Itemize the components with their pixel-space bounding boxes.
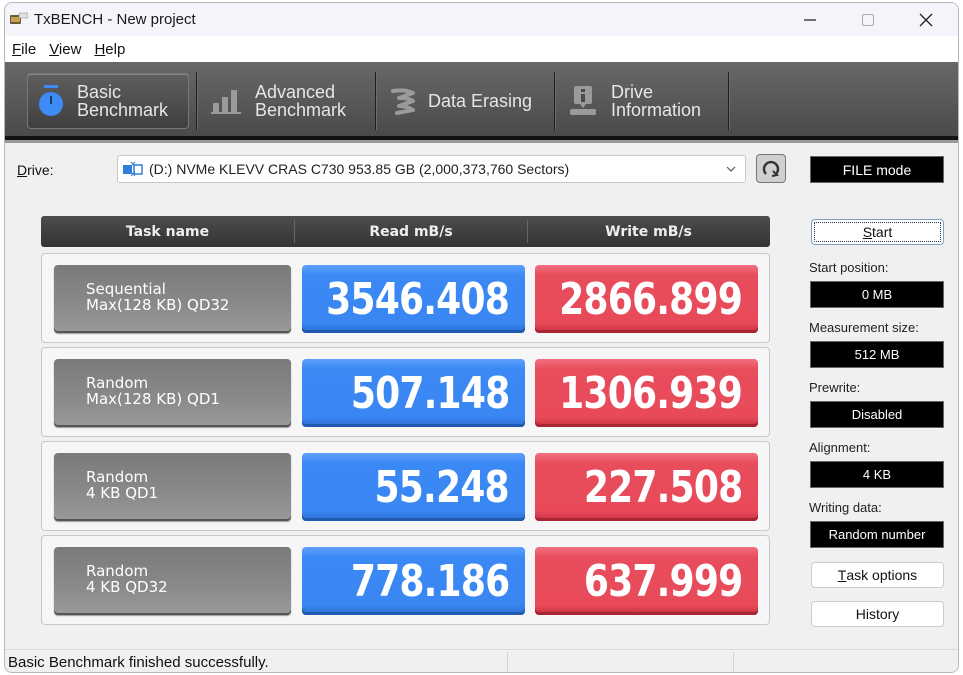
tab-label: Data Erasing — [428, 91, 533, 111]
read-value: 55.248 — [302, 453, 525, 521]
read-value: 778.186 — [302, 547, 525, 615]
start-position-label: Start position: — [809, 260, 889, 275]
result-row-random-max-qd1: Random Max(128 KB) QD1 507.148 1306.939 — [41, 347, 770, 437]
status-separator — [507, 652, 508, 672]
minimize-button[interactable] — [787, 3, 833, 36]
write-value-text: 2866.899 — [559, 273, 743, 325]
mode-indicator: FILE mode — [810, 156, 944, 183]
header-write: Write mB/s — [605, 223, 692, 240]
menu-bar: File View Help — [5, 36, 958, 62]
bar-chart-icon — [211, 90, 241, 114]
close-icon — [919, 13, 933, 26]
writing-data-value[interactable]: Random number — [810, 521, 944, 548]
prewrite-label: Prewrite: — [809, 380, 861, 395]
header-read: Read mB/s — [369, 223, 453, 240]
task-name-line1: Random — [86, 374, 149, 392]
drive-select[interactable]: (D:) NVMe KLEVV CRAS C730 953.85 GB (2,0… — [117, 155, 746, 183]
tab-label: Information — [611, 100, 702, 120]
maximize-icon — [862, 13, 874, 26]
drive-label: Drive: — [17, 162, 54, 178]
tab-separator — [196, 72, 198, 130]
tab-label: Drive — [611, 82, 654, 102]
task-name-line2: Max(128 KB) QD1 — [86, 390, 220, 408]
alignment-value[interactable]: 4 KB — [810, 461, 944, 488]
refresh-icon — [762, 160, 780, 177]
results-table-header: Task name Read mB/s Write mB/s — [41, 216, 770, 247]
prewrite-value[interactable]: Disabled — [810, 401, 944, 428]
alignment-label: Alignment: — [809, 440, 871, 455]
write-value-text: 227.508 — [583, 461, 742, 513]
header-task-name: Task name — [125, 223, 210, 240]
task-name-line1: Sequential — [86, 280, 166, 298]
tab-label: Advanced — [255, 82, 336, 102]
write-value: 227.508 — [535, 453, 758, 521]
task-options-button[interactable]: Task options — [811, 562, 944, 588]
result-row-sequential-qd32: Sequential Max(128 KB) QD32 3546.408 286… — [41, 253, 770, 343]
title-bar: TxBENCH - New project — [5, 3, 958, 36]
tab-label: Basic — [77, 82, 122, 102]
write-value: 1306.939 — [535, 359, 758, 427]
task-name-line2: 4 KB QD1 — [86, 484, 159, 502]
close-button[interactable] — [903, 3, 949, 36]
chevron-down-icon — [726, 166, 736, 172]
menu-file[interactable]: File — [12, 41, 36, 58]
tab-data-erasing[interactable]: Data Erasing — [383, 73, 551, 129]
read-value: 507.148 — [302, 359, 525, 427]
write-value-text: 637.999 — [583, 555, 742, 607]
task-name[interactable]: Sequential Max(128 KB) QD32 — [54, 265, 291, 333]
result-row-random-4k-qd1: Random 4 KB QD1 55.248 227.508 — [41, 441, 770, 531]
read-value-text: 3546.408 — [326, 273, 510, 325]
write-value-text: 1306.939 — [559, 367, 743, 419]
tab-separator — [554, 72, 556, 130]
start-button[interactable]: Start — [811, 219, 944, 245]
tab-label: Benchmark — [77, 100, 169, 120]
drive-value: (D:) NVMe KLEVV CRAS C730 953.85 GB (2,0… — [149, 161, 570, 177]
maximize-button[interactable] — [845, 3, 891, 36]
read-value-text: 778.186 — [350, 555, 509, 607]
history-button[interactable]: History — [811, 601, 944, 627]
read-value: 3546.408 — [302, 265, 525, 333]
task-name[interactable]: Random Max(128 KB) QD1 — [54, 359, 291, 427]
tab-basic-benchmark[interactable]: Basic Benchmark — [27, 73, 189, 129]
measurement-size-value[interactable]: 512 MB — [810, 341, 944, 368]
read-value-text: 55.248 — [374, 461, 510, 513]
minimize-icon — [804, 18, 816, 21]
task-name[interactable]: Random 4 KB QD1 — [54, 453, 291, 521]
write-value: 2866.899 — [535, 265, 758, 333]
tab-separator — [375, 72, 377, 130]
tab-drive-information[interactable]: Drive Information — [562, 73, 730, 129]
refresh-button[interactable] — [756, 154, 786, 183]
tab-bar: Basic Benchmark Advanced Benchmark Data … — [5, 62, 958, 143]
result-row-random-4k-qd32: Random 4 KB QD32 778.186 637.999 — [41, 535, 770, 625]
eraser-icon — [391, 88, 415, 115]
app-window: TxBENCH - New project File View Help Bas… — [4, 2, 959, 673]
task-name[interactable]: Random 4 KB QD32 — [54, 547, 291, 615]
writing-data-label: Writing data: — [809, 500, 882, 515]
read-value-text: 507.148 — [350, 367, 509, 419]
status-message: Basic Benchmark finished successfully. — [8, 653, 269, 671]
start-position-value[interactable]: 0 MB — [810, 281, 944, 308]
status-separator — [733, 652, 734, 672]
status-bar: Basic Benchmark finished successfully. — [5, 649, 958, 672]
drive-icon — [123, 161, 143, 177]
write-value: 637.999 — [535, 547, 758, 615]
app-icon — [10, 12, 28, 24]
tab-advanced-benchmark[interactable]: Advanced Benchmark — [205, 73, 370, 129]
task-name-line1: Random — [86, 468, 149, 486]
tab-label: Benchmark — [255, 100, 347, 120]
tab-separator — [728, 72, 730, 130]
task-name-line2: Max(128 KB) QD32 — [86, 296, 230, 314]
measurement-size-label: Measurement size: — [809, 320, 919, 335]
task-name-line2: 4 KB QD32 — [86, 578, 168, 596]
window-title: TxBENCH - New project — [34, 11, 196, 28]
task-name-line1: Random — [86, 562, 149, 580]
menu-help[interactable]: Help — [94, 41, 125, 58]
stopwatch-icon — [39, 85, 63, 116]
drive-info-icon — [570, 86, 596, 115]
menu-view[interactable]: View — [49, 41, 81, 58]
